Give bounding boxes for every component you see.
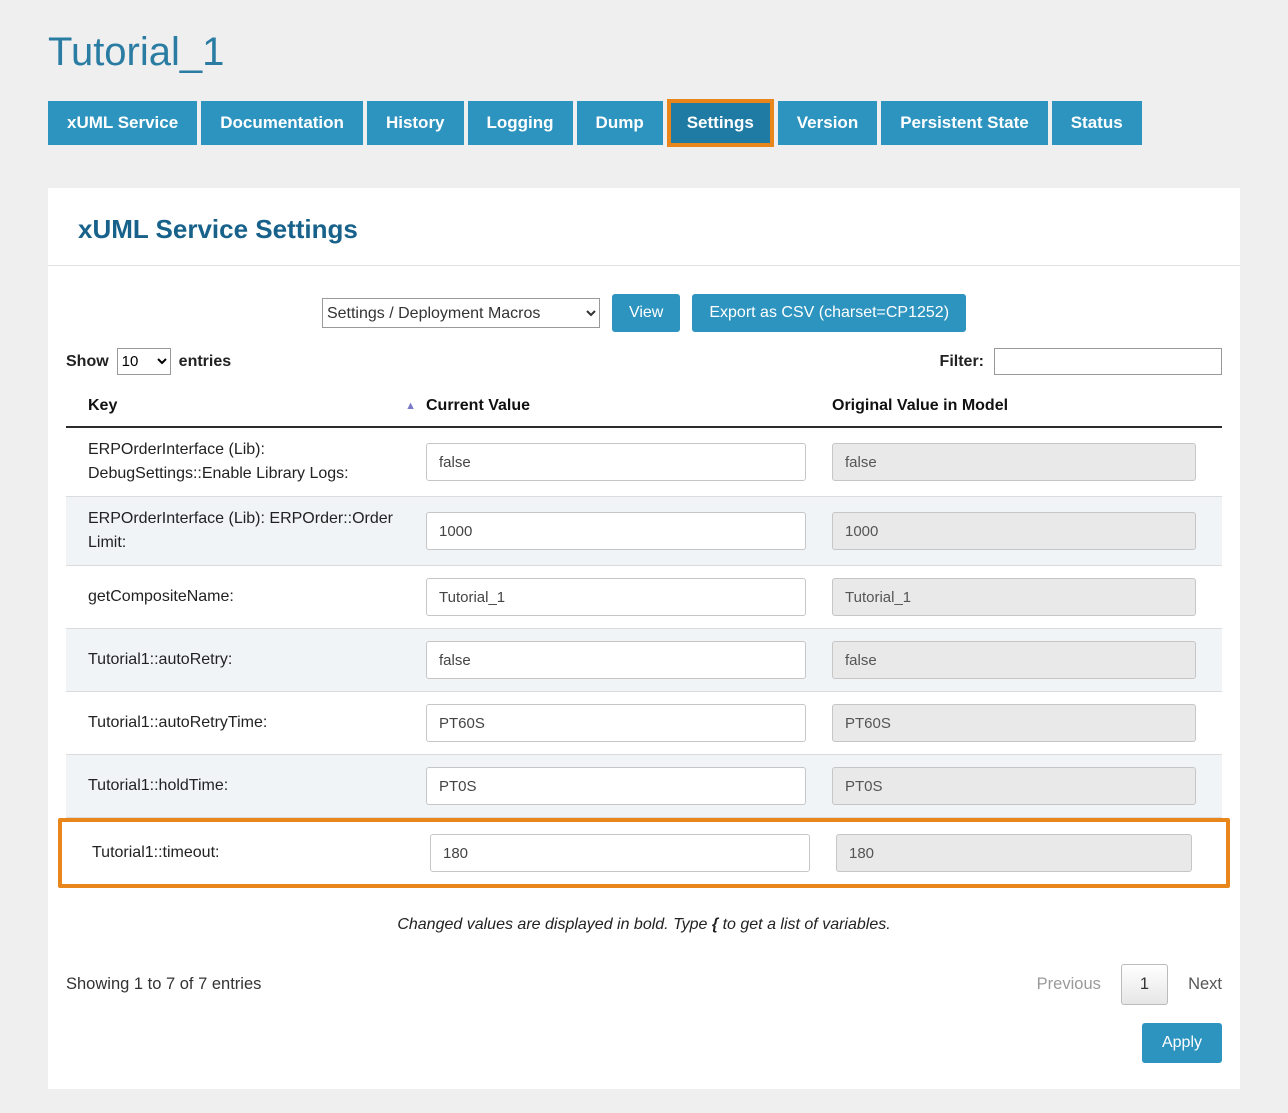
changed-values-note: Changed values are displayed in bold. Ty… xyxy=(66,916,1222,934)
settings-view-select[interactable]: Settings / Deployment Macros xyxy=(322,298,600,328)
filter-input[interactable] xyxy=(994,348,1222,375)
current-value-cell xyxy=(426,755,832,817)
setting-key: Tutorial1::timeout: xyxy=(70,831,430,875)
show-entries-control: Show 10 entries xyxy=(66,348,231,375)
filter-control: Filter: xyxy=(940,348,1222,375)
entries-summary: Showing 1 to 7 of 7 entries xyxy=(66,975,261,994)
current-value-cell xyxy=(430,822,836,884)
table-row: ERPOrderInterface (Lib): ERPOrder::Order… xyxy=(66,497,1222,566)
table-row: Tutorial1::timeout: xyxy=(58,818,1230,888)
apply-row: Apply xyxy=(66,1023,1222,1063)
tab-logging[interactable]: Logging xyxy=(468,101,573,145)
original-value-cell xyxy=(832,629,1222,691)
original-value-input xyxy=(832,704,1196,742)
setting-key: Tutorial1::autoRetry: xyxy=(66,638,426,682)
page-title: Tutorial_1 xyxy=(48,30,1240,75)
note-text: Changed values are displayed in bold. Ty… xyxy=(397,916,712,933)
setting-key: Tutorial1::autoRetryTime: xyxy=(66,701,426,745)
setting-key: ERPOrderInterface (Lib): ERPOrder::Order… xyxy=(66,497,426,565)
table-row: getCompositeName: xyxy=(66,566,1222,629)
original-value-cell xyxy=(832,431,1222,493)
original-value-cell xyxy=(836,822,1218,884)
current-value-input[interactable] xyxy=(426,443,806,481)
tab-xuml-service[interactable]: xUML Service xyxy=(48,101,197,145)
table-row: ERPOrderInterface (Lib): DebugSettings::… xyxy=(66,428,1222,497)
view-button[interactable]: View xyxy=(612,294,680,332)
original-value-input xyxy=(832,512,1196,550)
panel-body: Settings / Deployment Macros View Export… xyxy=(48,266,1240,1089)
tab-documentation[interactable]: Documentation xyxy=(201,101,363,145)
panel-heading: xUML Service Settings xyxy=(78,214,1210,245)
current-value-input[interactable] xyxy=(426,578,806,616)
table-header: Key ▲ Current Value Original Value in Mo… xyxy=(66,383,1222,428)
table-row: Tutorial1::holdTime: xyxy=(66,755,1222,818)
original-value-cell xyxy=(832,566,1222,628)
list-controls: Show 10 entries Filter: xyxy=(66,348,1222,375)
column-header-original-value[interactable]: Original Value in Model xyxy=(832,397,1222,415)
settings-panel: xUML Service Settings Settings / Deploym… xyxy=(48,188,1240,1089)
settings-table: Key ▲ Current Value Original Value in Mo… xyxy=(66,383,1222,888)
current-value-input[interactable] xyxy=(426,512,806,550)
show-entries-suffix: entries xyxy=(179,353,231,371)
tab-dump[interactable]: Dump xyxy=(577,101,663,145)
page: Tutorial_1 xUML ServiceDocumentationHist… xyxy=(0,0,1288,1113)
panel-header: xUML Service Settings xyxy=(48,188,1240,266)
export-csv-button[interactable]: Export as CSV (charset=CP1252) xyxy=(692,294,966,332)
original-value-input xyxy=(832,641,1196,679)
current-value-cell xyxy=(426,692,832,754)
table-footer: Showing 1 to 7 of 7 entries Previous 1 N… xyxy=(66,964,1222,1005)
apply-button[interactable]: Apply xyxy=(1142,1023,1222,1063)
table-row: Tutorial1::autoRetryTime: xyxy=(66,692,1222,755)
previous-page-button[interactable]: Previous xyxy=(1037,975,1101,994)
setting-key: ERPOrderInterface (Lib): DebugSettings::… xyxy=(66,428,426,496)
tab-version[interactable]: Version xyxy=(778,101,877,145)
key-column-label: Key xyxy=(88,397,117,415)
page-number-button[interactable]: 1 xyxy=(1121,964,1168,1005)
column-header-current-value[interactable]: Current Value xyxy=(426,397,832,415)
tab-settings[interactable]: Settings xyxy=(667,99,774,147)
original-value-cell xyxy=(832,755,1222,817)
current-value-cell xyxy=(426,629,832,691)
setting-key: Tutorial1::holdTime: xyxy=(66,764,426,808)
original-value-cell xyxy=(832,500,1222,562)
tab-history[interactable]: History xyxy=(367,101,464,145)
current-value-input[interactable] xyxy=(426,704,806,742)
column-header-key[interactable]: Key ▲ xyxy=(66,397,426,415)
note-text-2: to get a list of variables. xyxy=(718,916,891,933)
table-body: ERPOrderInterface (Lib): DebugSettings::… xyxy=(66,428,1222,888)
original-value-input xyxy=(832,443,1196,481)
entries-per-page-select[interactable]: 10 xyxy=(117,348,171,375)
current-value-input[interactable] xyxy=(426,641,806,679)
table-row: Tutorial1::autoRetry: xyxy=(66,629,1222,692)
original-value-input xyxy=(832,578,1196,616)
sort-ascending-icon: ▲ xyxy=(405,401,416,412)
current-value-cell xyxy=(426,566,832,628)
tab-bar: xUML ServiceDocumentationHistoryLoggingD… xyxy=(48,101,1240,145)
original-value-input xyxy=(836,834,1192,872)
current-value-input[interactable] xyxy=(430,834,810,872)
view-controls: Settings / Deployment Macros View Export… xyxy=(66,294,1222,332)
filter-label: Filter: xyxy=(940,353,984,371)
original-value-input xyxy=(832,767,1196,805)
pagination: Previous 1 Next xyxy=(1037,964,1222,1005)
next-page-button[interactable]: Next xyxy=(1188,975,1222,994)
show-entries-prefix: Show xyxy=(66,353,109,371)
current-value-cell xyxy=(426,431,832,493)
tab-status[interactable]: Status xyxy=(1052,101,1142,145)
original-value-cell xyxy=(832,692,1222,754)
current-value-cell xyxy=(426,500,832,562)
current-value-input[interactable] xyxy=(426,767,806,805)
tab-persistent-state[interactable]: Persistent State xyxy=(881,101,1048,145)
setting-key: getCompositeName: xyxy=(66,575,426,619)
